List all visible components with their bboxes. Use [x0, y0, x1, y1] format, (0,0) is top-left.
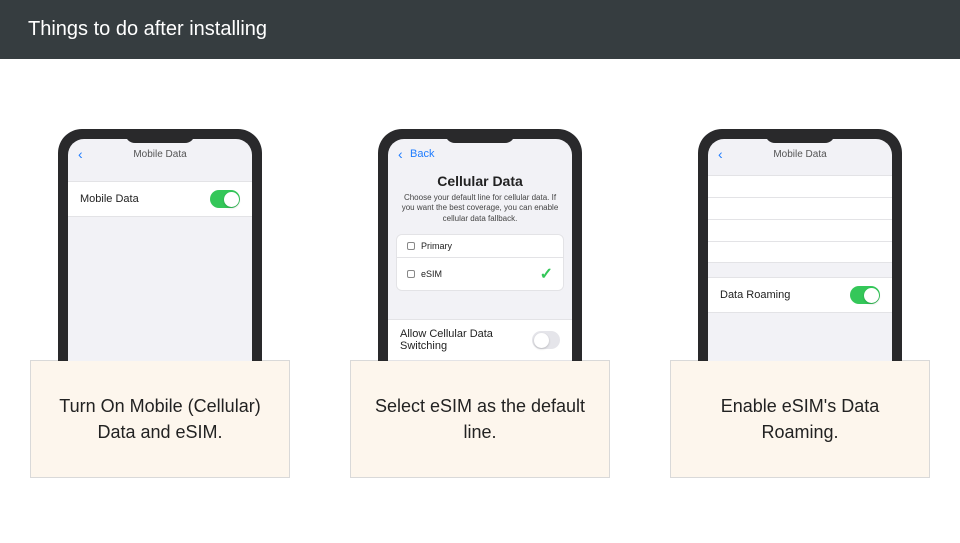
- row-label: Mobile Data: [80, 193, 139, 205]
- allow-switching-toggle[interactable]: [532, 331, 560, 349]
- phone-mockup-3: ‹ Mobile Data Data Roaming: [698, 129, 902, 361]
- nav-bar: ‹ Back: [388, 139, 572, 169]
- data-roaming-row[interactable]: Data Roaming: [708, 277, 892, 313]
- list-item[interactable]: [708, 241, 892, 263]
- nav-title: Mobile Data: [133, 149, 186, 160]
- step-2: ‹ Back Cellular Data Choose your default…: [350, 129, 610, 478]
- screen-subtitle: Choose your default line for cellular da…: [388, 189, 572, 234]
- step-3-caption: Enable eSIM's Data Roaming.: [670, 360, 930, 478]
- option-esim[interactable]: eSIM ✓: [397, 258, 563, 290]
- sim-badge-icon: [407, 242, 415, 250]
- phone-mockup-1: ‹ Mobile Data Mobile Data: [58, 129, 262, 361]
- caption-text: Enable eSIM's Data Roaming.: [689, 393, 911, 445]
- step-1: ‹ Mobile Data Mobile Data Turn On Mobile…: [30, 129, 290, 478]
- phone-notch: [125, 129, 195, 143]
- page-title: Things to do after installing: [28, 18, 267, 40]
- list-item[interactable]: [708, 197, 892, 219]
- phone-notch: [445, 129, 515, 143]
- row-label: Allow Cellular Data Switching: [400, 328, 532, 352]
- phone-screen-2: ‹ Back Cellular Data Choose your default…: [388, 139, 572, 361]
- steps-container: ‹ Mobile Data Mobile Data Turn On Mobile…: [0, 59, 960, 478]
- back-chevron-icon[interactable]: ‹: [718, 146, 723, 162]
- line-options-list: Primary eSIM ✓: [396, 234, 564, 291]
- mobile-data-row[interactable]: Mobile Data: [68, 181, 252, 217]
- caption-text: Select eSIM as the default line.: [369, 393, 591, 445]
- checkmark-icon: ✓: [540, 264, 553, 284]
- nav-bar: ‹ Mobile Data: [68, 139, 252, 169]
- row-label: Data Roaming: [720, 289, 790, 301]
- phone-notch: [765, 129, 835, 143]
- sim-badge-icon: [407, 270, 415, 278]
- caption-text: Turn On Mobile (Cellular) Data and eSIM.: [49, 393, 271, 445]
- back-label[interactable]: Back: [410, 148, 434, 160]
- option-label: Primary: [421, 241, 452, 251]
- step-1-caption: Turn On Mobile (Cellular) Data and eSIM.: [30, 360, 290, 478]
- data-switching-block: Allow Cellular Data Switching Turning th…: [388, 319, 572, 361]
- data-roaming-toggle[interactable]: [850, 286, 880, 304]
- option-primary[interactable]: Primary: [397, 235, 563, 258]
- mobile-data-toggle[interactable]: [210, 190, 240, 208]
- list-item[interactable]: [708, 219, 892, 241]
- phone-screen-3: ‹ Mobile Data Data Roaming: [708, 139, 892, 361]
- blank-rows: [708, 175, 892, 263]
- allow-switching-row[interactable]: Allow Cellular Data Switching: [388, 320, 572, 361]
- back-chevron-icon[interactable]: ‹: [398, 146, 403, 162]
- phone-screen-1: ‹ Mobile Data Mobile Data: [68, 139, 252, 361]
- step-3: ‹ Mobile Data Data Roaming Enable eSIM's…: [670, 129, 930, 478]
- list-item[interactable]: [708, 175, 892, 197]
- back-chevron-icon[interactable]: ‹: [78, 146, 83, 162]
- nav-title: Mobile Data: [773, 149, 826, 160]
- option-label: eSIM: [421, 269, 442, 279]
- nav-bar: ‹ Mobile Data: [708, 139, 892, 169]
- step-2-caption: Select eSIM as the default line.: [350, 360, 610, 478]
- phone-mockup-2: ‹ Back Cellular Data Choose your default…: [378, 129, 582, 361]
- screen-title: Cellular Data: [388, 173, 572, 189]
- page-header: Things to do after installing: [0, 0, 960, 59]
